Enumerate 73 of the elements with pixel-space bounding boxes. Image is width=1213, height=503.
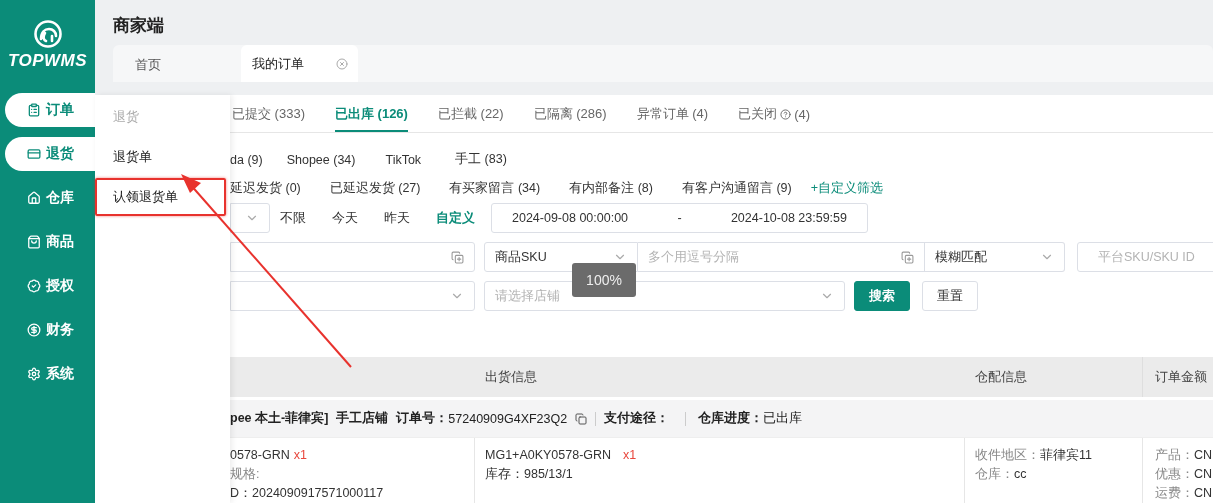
clipboard-icon [26,103,41,117]
page-tab[interactable]: 首页 [113,48,240,82]
nav-item[interactable]: 商品 [5,225,95,259]
house-icon [26,191,41,205]
coin-icon [26,323,41,337]
app-title: 商家端 [112,15,165,37]
channel-filter[interactable]: Shopee (34) [286,152,356,167]
quick-filter[interactable]: 有买家留言 (34) [449,180,541,197]
settings-icon [26,367,41,381]
column-header: 订单金额 [1155,368,1207,386]
menu-item[interactable]: 认领退货单 [95,178,226,216]
order-number-label: 订单号： [396,410,449,427]
product-spec: 规格: [230,466,261,483]
quick-filter[interactable]: 有客户沟通留言 (9) [681,180,792,197]
close-icon[interactable] [336,57,348,70]
logo-text: TOPWMS [7,51,88,71]
order-number: 57240909G4XF23Q2 [448,411,568,426]
filter-select[interactable] [230,281,475,311]
badge-icon [26,279,41,293]
amount-line: 产品：CN [1155,447,1213,464]
date-preset[interactable]: 不限 [280,209,306,227]
column-header: 出货信息 [485,368,537,386]
custom-filter-link[interactable]: +自定义筛选 [810,180,883,197]
date-preset[interactable]: 昨天 [384,209,410,227]
channel-filter[interactable]: da (9) [230,152,263,167]
date-preset[interactable]: 自定义 [436,209,475,227]
date-range-field[interactable]: 2024-09-08 00:00:00 - 2024-10-08 23:59:59 [491,203,868,233]
progress-value: 已出库 [763,410,803,427]
warehouse-info: 仓库：cc [975,466,1028,483]
quick-filter[interactable]: 已延迟发货 (27) [329,180,421,197]
quick-filter[interactable]: 有内部备注 (8) [569,180,653,197]
page-tab[interactable]: 我的订单 [241,45,358,82]
amount-line: 运费：CN [1155,485,1213,502]
store-type: 手工店铺 [336,410,389,427]
expand-icon [901,250,914,264]
product-id: D：2024090917571000117 [230,485,385,502]
nav-item[interactable]: 系统 [5,357,95,391]
status-tab[interactable]: 已关闭 (4) [738,98,811,132]
status-tab[interactable]: 已提交 (333) [232,98,305,132]
channel-filter[interactable]: 手工 (83) [455,151,507,168]
copy-icon[interactable] [575,412,588,425]
reset-button[interactable]: 重置 [922,281,978,311]
bag-icon [26,235,41,249]
search-button[interactable]: 搜索 [854,281,910,311]
card-icon [26,147,41,161]
warehouse-info: 收件地区：菲律宾11 [975,447,1093,464]
stock-text: 库存：985/13/1 [485,466,574,483]
channel-filter[interactable]: TikTok [385,152,422,167]
nav-item[interactable]: 退货 [5,137,95,171]
amount-line: 优惠：CN [1155,466,1213,483]
status-tab[interactable]: 异常订单 (4) [636,98,709,132]
match-mode-select[interactable]: 模糊匹配 [925,242,1065,272]
nav-item[interactable]: 仓库 [5,181,95,215]
zoom-toast: 100% [572,263,636,297]
menu-item[interactable]: 退货单 [95,138,230,176]
column-header: 仓配信息 [975,368,1027,386]
expand-icon [451,250,464,264]
shop-name: pee 本土-菲律宾] [230,410,329,427]
date-type-select[interactable] [230,203,270,233]
status-tab[interactable]: 已拦截 (22) [437,98,504,132]
product-sku: 0578-GRN x1 [230,447,308,464]
search-field[interactable] [230,242,475,272]
date-preset[interactable]: 今天 [332,209,358,227]
nav-item[interactable]: 财务 [5,313,95,347]
menu-heading: 退货 [112,108,140,126]
nav-item[interactable]: 订单 [5,93,95,127]
status-tab[interactable]: 已隔离 (286) [533,98,607,132]
payment-label: 支付途径： [604,410,670,427]
nav-item[interactable]: 授权 [5,269,95,303]
status-tab[interactable]: 已出库 (126) [334,98,408,132]
progress-label: 仓库进度： [698,410,764,427]
shipping-sku: MG1+A0KY0578-GRN x1 [485,447,638,464]
quick-filter[interactable]: 延迟发货 (0) [230,180,301,197]
